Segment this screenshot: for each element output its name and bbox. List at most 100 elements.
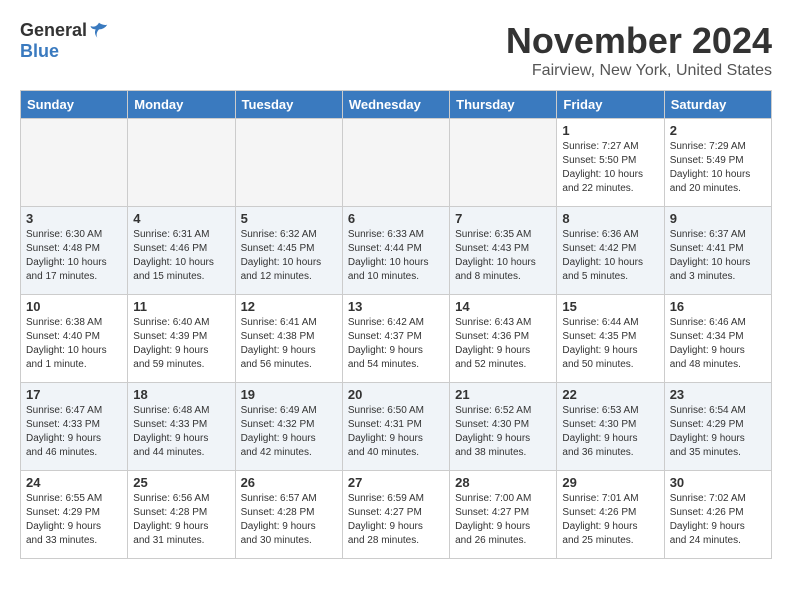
day-number: 18 [133,387,229,402]
calendar-cell: 9 Sunrise: 6:37 AM Sunset: 4:41 PM Daylig… [664,207,771,295]
day-number: 9 [670,211,766,226]
calendar-cell: 10 Sunrise: 6:38 AM Sunset: 4:40 PM Dayli… [21,295,128,383]
day-info: Sunrise: 6:54 AM Sunset: 4:29 PM Dayligh… [670,404,766,460]
day-number: 2 [670,123,766,138]
day-number: 6 [348,211,444,226]
calendar-cell: 25Sunrise: 6:56 AM Sunset: 4:28 PM Dayli… [128,471,235,559]
day-number: 8 [562,211,658,226]
calendar-cell: 24 Sunrise: 6:55 AM Sunset: 4:29 PM Dayli… [21,471,128,559]
calendar-cell: 16 Sunrise: 6:46 AM Sunset: 4:34 PM Dayli… [664,295,771,383]
day-number: 28 [455,475,551,490]
day-number: 29 [562,475,658,490]
day-header-sunday: Sunday [21,91,128,119]
calendar-cell: 7 Sunrise: 6:35 AM Sunset: 4:43 PM Daylig… [450,207,557,295]
day-number: 4 [133,211,229,226]
day-number: 16 [670,299,766,314]
day-number: 21 [455,387,551,402]
calendar-cell: 20Sunrise: 6:50 AM Sunset: 4:31 PM Dayli… [342,383,449,471]
day-number: 27 [348,475,444,490]
day-info: Sunrise: 6:44 AM Sunset: 4:35 PM Dayligh… [562,316,658,372]
day-info: Sunrise: 6:33 AM Sunset: 4:44 PM Dayligh… [348,228,444,284]
calendar-cell: 3Sunrise: 6:30 AM Sunset: 4:48 PM Daylig… [21,207,128,295]
day-info: Sunrise: 6:55 AM Sunset: 4:29 PM Dayligh… [26,492,122,548]
day-number: 1 [562,123,658,138]
day-info: Sunrise: 7:27 AM Sunset: 5:50 PM Dayligh… [562,140,658,196]
day-number: 23 [670,387,766,402]
calendar-cell: 15Sunrise: 6:44 AM Sunset: 4:35 PM Dayli… [557,295,664,383]
day-number: 20 [348,387,444,402]
calendar-cell [21,119,128,207]
day-info: Sunrise: 6:38 AM Sunset: 4:40 PM Dayligh… [26,316,122,372]
day-info: Sunrise: 6:48 AM Sunset: 4:33 PM Dayligh… [133,404,229,460]
calendar-cell: 28 Sunrise: 7:00 AM Sunset: 4:27 PM Dayli… [450,471,557,559]
calendar-cell [235,119,342,207]
calendar-cell: 30 Sunrise: 7:02 AM Sunset: 4:26 PM Dayli… [664,471,771,559]
calendar-cell: 18 Sunrise: 6:48 AM Sunset: 4:33 PM Dayli… [128,383,235,471]
day-header-saturday: Saturday [664,91,771,119]
calendar-cell: 23 Sunrise: 6:54 AM Sunset: 4:29 PM Dayli… [664,383,771,471]
day-info: Sunrise: 7:01 AM Sunset: 4:26 PM Dayligh… [562,492,658,548]
calendar-cell: 13 Sunrise: 6:42 AM Sunset: 4:37 PM Dayli… [342,295,449,383]
day-number: 12 [241,299,337,314]
calendar-cell [128,119,235,207]
logo-blue: Blue [20,41,59,62]
day-number: 22 [562,387,658,402]
calendar-header-row: SundayMondayTuesdayWednesdayThursdayFrid… [21,91,772,119]
day-number: 14 [455,299,551,314]
calendar-table: SundayMondayTuesdayWednesdayThursdayFrid… [20,90,772,559]
day-info: Sunrise: 6:35 AM Sunset: 4:43 PM Dayligh… [455,228,551,284]
day-info: Sunrise: 6:37 AM Sunset: 4:41 PM Dayligh… [670,228,766,284]
calendar-cell: 17 Sunrise: 6:47 AM Sunset: 4:33 PM Dayli… [21,383,128,471]
day-info: Sunrise: 6:31 AM Sunset: 4:46 PM Dayligh… [133,228,229,284]
calendar-cell [342,119,449,207]
day-number: 26 [241,475,337,490]
calendar-week-row: 10 Sunrise: 6:38 AM Sunset: 4:40 PM Dayli… [21,295,772,383]
day-number: 19 [241,387,337,402]
day-header-tuesday: Tuesday [235,91,342,119]
calendar-cell: 11Sunrise: 6:40 AM Sunset: 4:39 PM Dayli… [128,295,235,383]
calendar-cell: 26 Sunrise: 6:57 AM Sunset: 4:28 PM Dayli… [235,471,342,559]
day-info: Sunrise: 7:02 AM Sunset: 4:26 PM Dayligh… [670,492,766,548]
calendar-cell: 14 Sunrise: 6:43 AM Sunset: 4:36 PM Dayli… [450,295,557,383]
day-info: Sunrise: 6:46 AM Sunset: 4:34 PM Dayligh… [670,316,766,372]
day-number: 30 [670,475,766,490]
calendar-cell: 5Sunrise: 6:32 AM Sunset: 4:45 PM Daylig… [235,207,342,295]
day-number: 11 [133,299,229,314]
day-info: Sunrise: 6:57 AM Sunset: 4:28 PM Dayligh… [241,492,337,548]
day-number: 10 [26,299,122,314]
logo: General Blue [20,20,109,62]
title-area: November 2024 Fairview, New York, United… [506,20,772,80]
month-title: November 2024 [506,20,772,62]
day-info: Sunrise: 6:49 AM Sunset: 4:32 PM Dayligh… [241,404,337,460]
day-number: 24 [26,475,122,490]
calendar-cell: 21Sunrise: 6:52 AM Sunset: 4:30 PM Dayli… [450,383,557,471]
day-info: Sunrise: 6:43 AM Sunset: 4:36 PM Dayligh… [455,316,551,372]
calendar-cell: 22Sunrise: 6:53 AM Sunset: 4:30 PM Dayli… [557,383,664,471]
day-info: Sunrise: 7:29 AM Sunset: 5:49 PM Dayligh… [670,140,766,196]
day-number: 17 [26,387,122,402]
calendar-week-row: 17 Sunrise: 6:47 AM Sunset: 4:33 PM Dayli… [21,383,772,471]
calendar-cell: 29 Sunrise: 7:01 AM Sunset: 4:26 PM Dayli… [557,471,664,559]
logo-general: General [20,20,87,41]
day-info: Sunrise: 6:42 AM Sunset: 4:37 PM Dayligh… [348,316,444,372]
calendar-cell: 19 Sunrise: 6:49 AM Sunset: 4:32 PM Dayli… [235,383,342,471]
day-header-friday: Friday [557,91,664,119]
day-header-thursday: Thursday [450,91,557,119]
calendar-cell [450,119,557,207]
calendar-week-row: 3Sunrise: 6:30 AM Sunset: 4:48 PM Daylig… [21,207,772,295]
day-info: Sunrise: 6:47 AM Sunset: 4:33 PM Dayligh… [26,404,122,460]
day-info: Sunrise: 6:56 AM Sunset: 4:28 PM Dayligh… [133,492,229,548]
calendar-cell: 1 Sunrise: 7:27 AM Sunset: 5:50 PM Daylig… [557,119,664,207]
day-number: 13 [348,299,444,314]
day-info: Sunrise: 6:41 AM Sunset: 4:38 PM Dayligh… [241,316,337,372]
calendar-cell: 6 Sunrise: 6:33 AM Sunset: 4:44 PM Daylig… [342,207,449,295]
day-header-monday: Monday [128,91,235,119]
calendar-cell: 27Sunrise: 6:59 AM Sunset: 4:27 PM Dayli… [342,471,449,559]
calendar-week-row: 24 Sunrise: 6:55 AM Sunset: 4:29 PM Dayli… [21,471,772,559]
day-header-wednesday: Wednesday [342,91,449,119]
day-number: 7 [455,211,551,226]
calendar-cell: 2 Sunrise: 7:29 AM Sunset: 5:49 PM Daylig… [664,119,771,207]
location-title: Fairview, New York, United States [506,62,772,80]
day-info: Sunrise: 7:00 AM Sunset: 4:27 PM Dayligh… [455,492,551,548]
day-info: Sunrise: 6:30 AM Sunset: 4:48 PM Dayligh… [26,228,122,284]
